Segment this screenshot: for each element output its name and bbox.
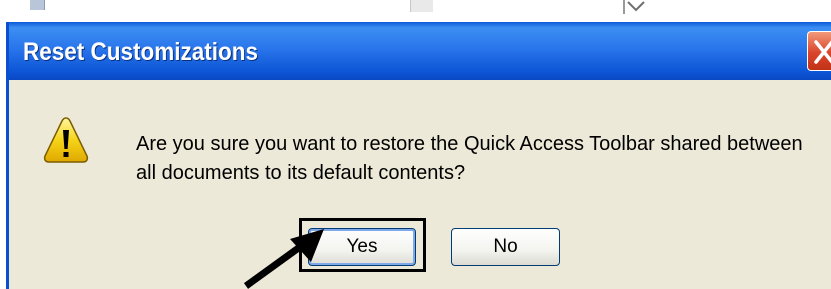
background-element (618, 0, 658, 14)
arrow-pointer (243, 229, 324, 289)
close-button[interactable] (807, 31, 831, 71)
dialog-title: Reset Customizations (23, 38, 259, 66)
background-window (0, 0, 831, 22)
background-element (410, 0, 433, 12)
warning-icon (43, 117, 89, 163)
close-icon (814, 40, 831, 64)
dialog-content: Are you sure you want to restore the Qui… (9, 80, 831, 289)
dialog-titlebar[interactable]: Reset Customizations (9, 22, 831, 80)
reset-customizations-dialog: Reset Customizations Are you sure you wa… (6, 22, 831, 289)
dialog-message: Are you sure you want to restore the Qui… (136, 133, 803, 184)
background-element (30, 0, 45, 10)
no-button[interactable]: No (451, 228, 560, 266)
